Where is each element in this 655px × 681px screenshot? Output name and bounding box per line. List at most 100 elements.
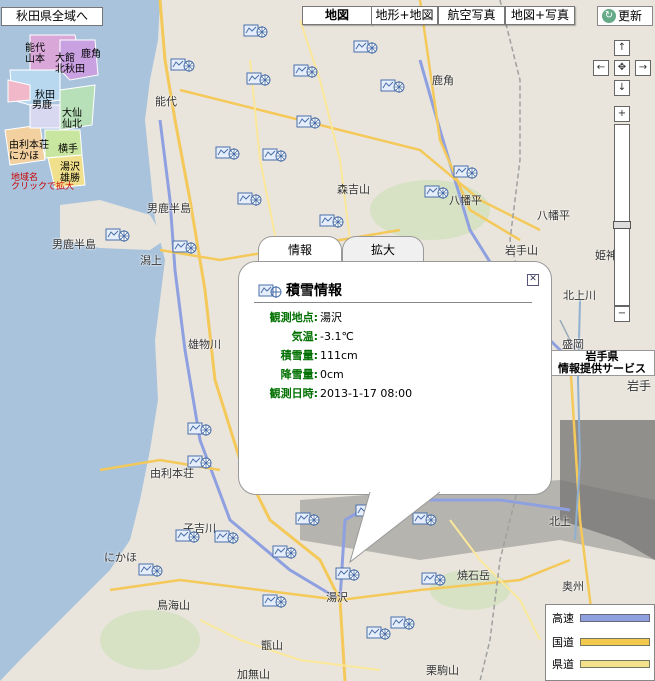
zoom-slider[interactable] <box>613 124 631 306</box>
tab-info[interactable]: 情報 <box>258 236 342 263</box>
popup-row: 観測日時: 2013-1-17 08:00 <box>246 385 413 401</box>
map-type-aerial-button[interactable]: 航空写真 <box>438 6 505 25</box>
peak-label: 栗駒山 <box>426 664 459 677</box>
tab-zoom[interactable]: 拡大 <box>342 236 424 263</box>
pan-up-button[interactable]: ↑ <box>614 40 630 56</box>
minimap-region-label[interactable]: 能代 山本 <box>25 43 45 65</box>
snow-station-icon <box>258 282 282 303</box>
popup-pointer <box>349 490 441 564</box>
snow-station-marker[interactable] <box>295 510 320 526</box>
place-label: 潟上 <box>140 254 162 267</box>
snow-station-marker[interactable] <box>105 226 130 242</box>
road-legend: 高速 国道 県道 <box>545 604 655 681</box>
peak-label: 加無山 <box>237 668 270 681</box>
snow-station-marker[interactable] <box>170 56 195 72</box>
map-type-terrain-button[interactable]: 地形+地図 <box>371 6 438 25</box>
snow-station-marker[interactable] <box>187 453 212 469</box>
row-key: 観測地点: <box>269 311 318 324</box>
snow-station-marker[interactable] <box>237 190 262 206</box>
place-label: 男鹿半島 <box>52 238 96 251</box>
snow-station-marker[interactable] <box>335 565 360 581</box>
minimap-region-label[interactable]: 由利本荘 にかほ <box>9 140 49 162</box>
place-label: 雄物川 <box>188 338 221 351</box>
minimap-region-label[interactable]: 大仙 仙北 <box>62 108 82 130</box>
row-value: 0cm <box>320 368 344 381</box>
popup-title: 積雪情報 <box>286 283 342 299</box>
zoom-out-button[interactable]: − <box>614 306 630 322</box>
zoom-slider-handle[interactable] <box>613 221 631 229</box>
snow-station-marker[interactable] <box>319 212 344 228</box>
popup-row: 積雪量: 111cm <box>246 347 358 363</box>
place-label: 湯沢 <box>326 591 348 604</box>
iwate-info-service-link[interactable]: 岩手県 情報提供サービス <box>549 350 655 376</box>
close-icon[interactable]: ✕ <box>527 274 539 286</box>
place-label: にかほ <box>104 551 137 564</box>
map-type-map-button[interactable]: 地図 <box>302 6 372 25</box>
snow-station-marker[interactable] <box>243 22 268 38</box>
popup-row: 気温: -3.1℃ <box>246 328 354 344</box>
legend-label: 県道 <box>552 658 574 671</box>
minimap-region-label[interactable]: 鹿角 <box>81 49 101 60</box>
snow-station-marker[interactable] <box>380 77 405 93</box>
snow-station-marker[interactable] <box>296 113 321 129</box>
peak-label: 甑山 <box>261 639 283 652</box>
place-label: 能代 <box>155 95 177 108</box>
snow-station-marker[interactable] <box>353 38 378 54</box>
peak-label: 岩手山 <box>505 244 538 257</box>
snow-station-marker[interactable] <box>262 146 287 162</box>
place-label: 北上 <box>549 515 571 528</box>
snow-station-marker[interactable] <box>172 238 197 254</box>
pan-left-button[interactable]: ← <box>593 60 609 76</box>
row-value: 111cm <box>320 349 358 362</box>
snow-station-marker[interactable] <box>453 163 478 179</box>
row-value: -3.1℃ <box>320 330 354 343</box>
snow-station-marker[interactable] <box>215 144 240 160</box>
peak-label: 森吉山 <box>337 183 370 196</box>
peak-label: 鳥海山 <box>157 599 190 612</box>
pan-down-button[interactable]: ↓ <box>614 80 630 96</box>
snow-station-marker[interactable] <box>421 570 446 586</box>
snow-station-marker[interactable] <box>366 624 391 640</box>
popup-row: 観測地点: 湯沢 <box>246 309 342 325</box>
snow-station-marker[interactable] <box>175 527 200 543</box>
snow-station-marker[interactable] <box>214 528 239 544</box>
snow-station-marker[interactable] <box>390 614 415 630</box>
map-type-hybrid-button[interactable]: 地図+写真 <box>505 6 575 25</box>
place-label: 北上川 <box>563 289 596 302</box>
minimap-region-label[interactable]: 横手 <box>58 144 78 155</box>
refresh-button[interactable]: ↻ 更新 <box>597 6 653 26</box>
legend-label: 国道 <box>552 636 574 649</box>
place-label: 奥州 <box>562 580 584 593</box>
snow-station-marker[interactable] <box>424 183 449 199</box>
zoom-in-button[interactable]: + <box>614 106 630 122</box>
snow-station-marker[interactable] <box>293 62 318 78</box>
row-key: 観測日時: <box>269 387 318 400</box>
snow-station-marker[interactable] <box>272 543 297 559</box>
legend-swatch-highway <box>580 614 650 622</box>
row-key: 気温: <box>291 330 318 343</box>
snow-station-marker[interactable] <box>262 592 287 608</box>
snow-station-marker[interactable] <box>246 70 271 86</box>
row-value: 湯沢 <box>320 311 342 324</box>
popup-divider <box>254 302 532 303</box>
row-value: 2013-1-17 08:00 <box>320 387 413 400</box>
legend-swatch-national <box>580 638 650 646</box>
minimap-region-label[interactable]: 男鹿 <box>32 100 52 111</box>
pan-center-button[interactable]: ✥ <box>614 60 630 76</box>
minimap-hint: 地域名 クリックで拡大 <box>11 173 75 192</box>
peak-label: 八幡平 <box>449 194 482 207</box>
place-label: 岩手 <box>627 379 652 393</box>
legend-label: 高速 <box>552 612 574 625</box>
snow-station-marker[interactable] <box>187 420 212 436</box>
row-key: 降雪量: <box>280 368 318 381</box>
pan-right-button[interactable]: → <box>635 60 651 76</box>
place-label: 鹿角 <box>432 74 454 87</box>
row-key: 積雪量: <box>280 349 318 362</box>
place-label: 男鹿半島 <box>147 202 191 215</box>
refresh-label: 更新 <box>618 9 643 23</box>
peak-label: 焼石岳 <box>457 569 490 582</box>
prefecture-overview-button[interactable]: 秋田県全域へ <box>1 7 103 26</box>
snow-station-marker[interactable] <box>138 561 163 577</box>
place-label: 八幡平 <box>537 209 570 222</box>
popup-row: 降雪量: 0cm <box>246 366 344 382</box>
